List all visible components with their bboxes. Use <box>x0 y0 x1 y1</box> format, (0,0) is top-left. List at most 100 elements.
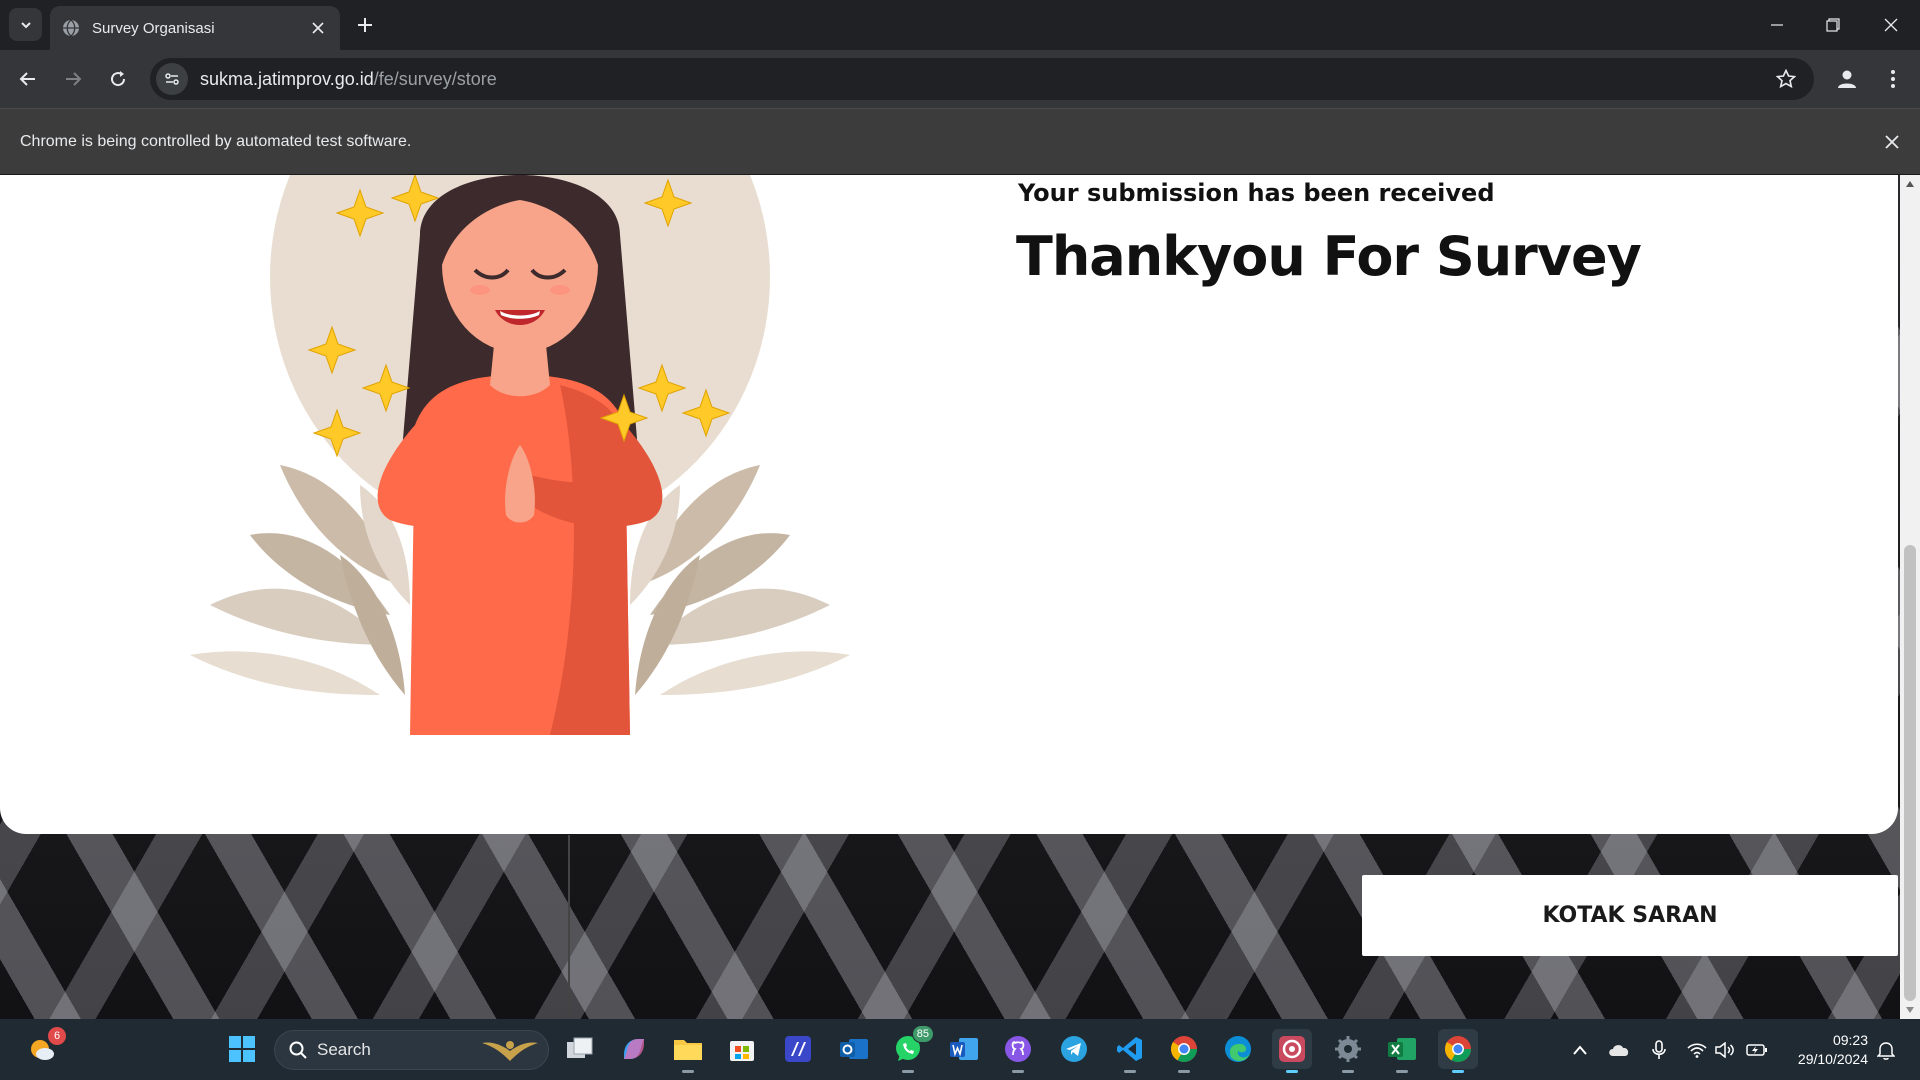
page-title: Thankyou For Survey <box>1016 225 1642 288</box>
whatsapp-button[interactable]: 85 <box>888 1025 934 1073</box>
gear-icon <box>1335 1036 1361 1062</box>
back-button[interactable] <box>13 64 43 94</box>
profile-button[interactable] <box>1832 64 1862 94</box>
chrome-profile-button[interactable] <box>1164 1029 1204 1073</box>
weather-badge: 6 <box>48 1027 66 1045</box>
telegram-button[interactable] <box>1054 1029 1094 1069</box>
battery-button[interactable] <box>1742 1019 1772 1080</box>
windows-taskbar: 6 Search 85 09:23 29/10/2024 <box>0 1019 1920 1080</box>
telegram-icon <box>1061 1036 1087 1062</box>
clock-time: 09:23 <box>1832 1032 1868 1048</box>
browser-tab-strip: Survey Organisasi <box>0 0 1920 50</box>
word-button[interactable] <box>944 1029 984 1069</box>
speaker-icon <box>1715 1041 1734 1058</box>
search-highlight-eagle-icon <box>482 1041 538 1061</box>
recorder-app-button[interactable] <box>1272 1029 1312 1073</box>
url-host: sukma.jatimprov.go.id <box>200 68 374 89</box>
taskbar-search[interactable]: Search <box>274 1030 549 1070</box>
new-tab-button[interactable] <box>352 12 378 38</box>
suggestion-box-button[interactable]: KOTAK SARAN <box>1362 875 1898 956</box>
browser-toolbar: sukma.jatimprov.go.id/fe/survey/store <box>0 50 1920 108</box>
wifi-icon <box>1687 1042 1707 1058</box>
scroll-up-icon[interactable] <box>1905 179 1915 189</box>
globe-icon <box>63 19 79 37</box>
tab-search-button[interactable] <box>9 8 42 41</box>
minimize-button[interactable] <box>1762 10 1792 40</box>
chevron-up-icon <box>1573 1044 1587 1055</box>
active-tab[interactable]: Survey Organisasi <box>50 6 340 50</box>
address-bar[interactable]: sukma.jatimprov.go.id/fe/survey/store <box>150 58 1814 100</box>
onedrive-button[interactable] <box>1604 1019 1634 1080</box>
suggestion-box-label: KOTAK SARAN <box>1542 903 1718 928</box>
running-indicator <box>1178 1070 1190 1073</box>
weather-widget[interactable]: 6 <box>22 1027 66 1069</box>
system-clock[interactable]: 09:23 29/10/2024 <box>1782 1031 1868 1069</box>
copilot-button[interactable] <box>614 1029 654 1069</box>
vscode-button[interactable] <box>1110 1029 1150 1073</box>
tab-close-icon[interactable] <box>308 18 328 38</box>
leaves-left <box>190 465 410 695</box>
outlook-button[interactable] <box>834 1029 874 1069</box>
github-desktop-button[interactable] <box>998 1029 1038 1073</box>
windows-icon <box>229 1036 255 1062</box>
edge-button[interactable] <box>1218 1029 1258 1069</box>
site-info-icon[interactable] <box>156 63 188 95</box>
copilot-icon <box>624 1039 644 1059</box>
volume-button[interactable] <box>1712 1019 1738 1080</box>
restore-button[interactable] <box>1818 10 1848 40</box>
edge-icon <box>1225 1036 1251 1062</box>
reload-button[interactable] <box>103 64 133 94</box>
microsoft-store-button[interactable] <box>722 1029 762 1069</box>
chrome-icon <box>1444 1036 1471 1062</box>
background-decoration <box>568 835 570 1019</box>
infobar-message: Chrome is being controlled by automated … <box>20 132 412 150</box>
settings-button[interactable] <box>1328 1029 1368 1073</box>
wifi-button[interactable] <box>1684 1019 1710 1080</box>
scroll-down-icon[interactable] <box>1905 1005 1915 1015</box>
running-indicator <box>1342 1070 1354 1073</box>
leaves-right <box>630 465 850 695</box>
app-button-blue[interactable] <box>778 1029 818 1069</box>
start-button[interactable] <box>222 1029 262 1069</box>
close-window-button[interactable] <box>1876 10 1906 40</box>
running-indicator <box>1012 1070 1024 1073</box>
chrome-button[interactable] <box>1438 1029 1478 1073</box>
restore-icon <box>1826 18 1840 32</box>
url-text: sukma.jatimprov.go.id/fe/survey/store <box>200 69 497 90</box>
forward-button[interactable] <box>58 64 88 94</box>
recorder-icon <box>1279 1036 1305 1062</box>
file-explorer-button[interactable] <box>668 1029 708 1073</box>
chevron-down-icon <box>20 21 31 28</box>
microphone-button[interactable] <box>1646 1019 1672 1080</box>
slanted-app-icon <box>785 1036 811 1062</box>
clock-date: 29/10/2024 <box>1797 1051 1868 1067</box>
folder-icon <box>674 1040 702 1060</box>
bookmark-star-icon[interactable] <box>1774 67 1798 91</box>
menu-button[interactable] <box>1878 64 1908 94</box>
page-scrollbar[interactable] <box>1900 175 1920 1019</box>
vscode-icon <box>1117 1037 1142 1061</box>
running-indicator <box>1452 1070 1464 1073</box>
notification-button[interactable] <box>1874 1019 1898 1080</box>
github-icon <box>1005 1036 1031 1062</box>
whatsapp-badge: 85 <box>911 1025 934 1043</box>
search-icon <box>289 1041 307 1059</box>
running-indicator <box>1286 1070 1298 1073</box>
infobar-close-icon[interactable] <box>1880 130 1904 154</box>
word-icon <box>950 1038 978 1060</box>
tray-overflow-button[interactable] <box>1568 1019 1592 1080</box>
profile-icon <box>1838 70 1856 88</box>
excel-icon <box>1388 1038 1416 1060</box>
arrow-right-icon <box>66 72 82 86</box>
chrome-icon <box>1170 1036 1197 1062</box>
thank-you-illustration <box>190 175 850 735</box>
tab-title: Survey Organisasi <box>92 19 215 37</box>
submission-received-text: Your submission has been received <box>1018 179 1495 207</box>
battery-charging-icon <box>1746 1043 1767 1056</box>
arrow-left-icon <box>19 72 35 86</box>
microphone-icon <box>1652 1039 1666 1059</box>
running-indicator <box>1124 1070 1136 1073</box>
task-view-button[interactable] <box>560 1029 600 1069</box>
excel-button[interactable] <box>1382 1029 1422 1073</box>
scroll-thumb[interactable] <box>1904 545 1916 1001</box>
